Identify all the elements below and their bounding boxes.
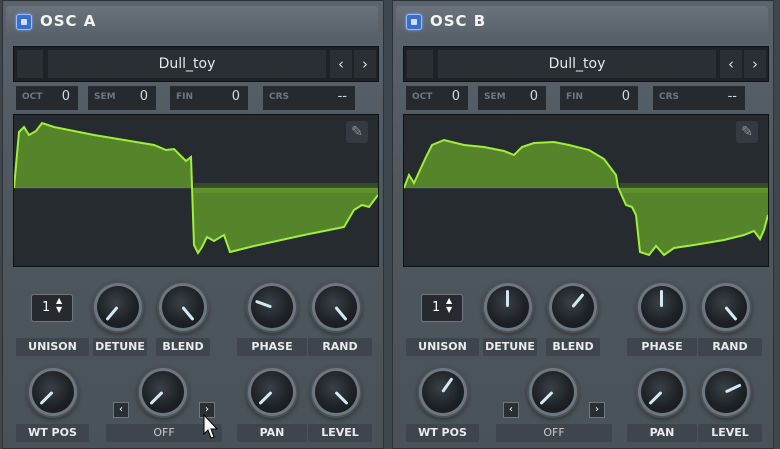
- level-knob[interactable]: [705, 371, 747, 413]
- coarse-field[interactable]: CRS --: [653, 86, 745, 110]
- coarse-value: --: [727, 89, 737, 104]
- unison-value: 1: [42, 300, 51, 315]
- octave-value: 0: [451, 89, 460, 104]
- pan-label: PAN: [237, 424, 307, 442]
- next-mode-button[interactable]: ›: [589, 402, 605, 418]
- rand-label: RAND: [698, 338, 762, 356]
- blend-label: BLEND: [156, 338, 210, 356]
- fine-field[interactable]: FIN 0: [170, 86, 248, 110]
- previous-preset-button[interactable]: ‹: [720, 50, 742, 78]
- pan-label: PAN: [627, 424, 697, 442]
- phase-knob[interactable]: [641, 286, 683, 328]
- preset-menu-slot[interactable]: [17, 50, 43, 78]
- rand-label: RAND: [308, 338, 372, 356]
- wt-pos-knob[interactable]: [422, 371, 464, 413]
- detune-label: DETUNE: [483, 338, 537, 356]
- octave-value: 0: [61, 89, 70, 104]
- unison-label: UNISON: [16, 338, 89, 356]
- osc-b-panel: OSC B Dull_toy ‹ › OCT 0 SEM 0 FIN 0 CRS…: [392, 0, 774, 449]
- semitone-label: SEM: [484, 92, 506, 102]
- pencil-icon[interactable]: ✎: [736, 121, 758, 143]
- octave-field[interactable]: OCT 0: [406, 86, 468, 110]
- phase-knob[interactable]: [251, 286, 293, 328]
- unison-stepper[interactable]: 1 ▲ ▼: [421, 294, 463, 322]
- semitone-label: SEM: [94, 92, 116, 102]
- previous-preset-button[interactable]: ‹: [330, 50, 352, 78]
- waveform-graph: [14, 121, 378, 255]
- stepper-arrows-icon[interactable]: ▲ ▼: [446, 296, 452, 314]
- rand-knob[interactable]: [705, 286, 747, 328]
- detune-label: DETUNE: [93, 338, 147, 356]
- octave-field[interactable]: OCT 0: [16, 86, 78, 110]
- waveform-display[interactable]: ✎: [13, 114, 379, 267]
- next-preset-button[interactable]: ›: [354, 50, 376, 78]
- preset-menu-slot[interactable]: [407, 50, 433, 78]
- level-label: LEVEL: [698, 424, 762, 442]
- pan-knob[interactable]: [641, 371, 683, 413]
- semitone-value: 0: [139, 89, 148, 104]
- octave-label: OCT: [22, 92, 43, 102]
- level-label: LEVEL: [308, 424, 372, 442]
- blend-knob[interactable]: [552, 286, 594, 328]
- warp-mode-select[interactable]: OFF: [496, 424, 612, 442]
- wavetable-preset-name[interactable]: Dull_toy: [48, 50, 326, 78]
- unison-value: 1: [432, 300, 441, 315]
- coarse-label: CRS: [269, 92, 290, 102]
- rand-knob[interactable]: [315, 286, 357, 328]
- preset-bar: Dull_toy ‹ ›: [13, 46, 379, 82]
- coarse-label: CRS: [659, 92, 680, 102]
- osc-a-panel: OSC A Dull_toy ‹ › OCT 0 SEM 0 FIN 0 CRS…: [2, 0, 384, 449]
- wavetable-preset-name[interactable]: Dull_toy: [438, 50, 716, 78]
- waveform-display[interactable]: ✎: [403, 114, 769, 267]
- prev-mode-button[interactable]: ‹: [503, 402, 519, 418]
- level-knob[interactable]: [315, 371, 357, 413]
- osc-title: OSC B: [430, 12, 487, 30]
- tuning-bar: OCT 0 SEM 0 FIN 0 CRS --: [403, 86, 767, 110]
- power-button-icon[interactable]: [406, 14, 422, 30]
- wt-pos-label: WT POS: [16, 424, 89, 442]
- warp-knob[interactable]: [142, 371, 184, 413]
- unison-stepper[interactable]: 1 ▲ ▼: [31, 294, 73, 322]
- fine-field[interactable]: FIN 0: [560, 86, 638, 110]
- unison-label: UNISON: [406, 338, 479, 356]
- wt-pos-label: WT POS: [406, 424, 479, 442]
- semitone-field[interactable]: SEM 0: [478, 86, 546, 110]
- stepper-arrows-icon[interactable]: ▲ ▼: [56, 296, 62, 314]
- osc-title: OSC A: [40, 12, 97, 30]
- octave-label: OCT: [412, 92, 433, 102]
- detune-knob[interactable]: [97, 286, 139, 328]
- mouse-cursor-icon: [203, 414, 219, 439]
- power-button-icon[interactable]: [16, 14, 32, 30]
- next-preset-button[interactable]: ›: [744, 50, 766, 78]
- phase-label: PHASE: [627, 338, 697, 356]
- fine-value: 0: [621, 89, 630, 104]
- pan-knob[interactable]: [251, 371, 293, 413]
- pencil-icon[interactable]: ✎: [346, 121, 368, 143]
- blend-knob[interactable]: [162, 286, 204, 328]
- tuning-bar: OCT 0 SEM 0 FIN 0 CRS --: [13, 86, 377, 110]
- osc-header: OSC B: [396, 6, 768, 36]
- semitone-value: 0: [529, 89, 538, 104]
- fine-label: FIN: [566, 92, 584, 102]
- preset-bar: Dull_toy ‹ ›: [403, 46, 769, 82]
- prev-mode-button[interactable]: ‹: [113, 402, 129, 418]
- osc-header: OSC A: [6, 6, 378, 36]
- phase-label: PHASE: [237, 338, 307, 356]
- coarse-field[interactable]: CRS --: [263, 86, 355, 110]
- detune-knob[interactable]: [487, 286, 529, 328]
- waveform-graph: [404, 138, 768, 257]
- fine-value: 0: [231, 89, 240, 104]
- coarse-value: --: [337, 89, 347, 104]
- wt-pos-knob[interactable]: [32, 371, 74, 413]
- semitone-field[interactable]: SEM 0: [88, 86, 156, 110]
- blend-label: BLEND: [546, 338, 600, 356]
- fine-label: FIN: [176, 92, 194, 102]
- warp-knob[interactable]: [532, 371, 574, 413]
